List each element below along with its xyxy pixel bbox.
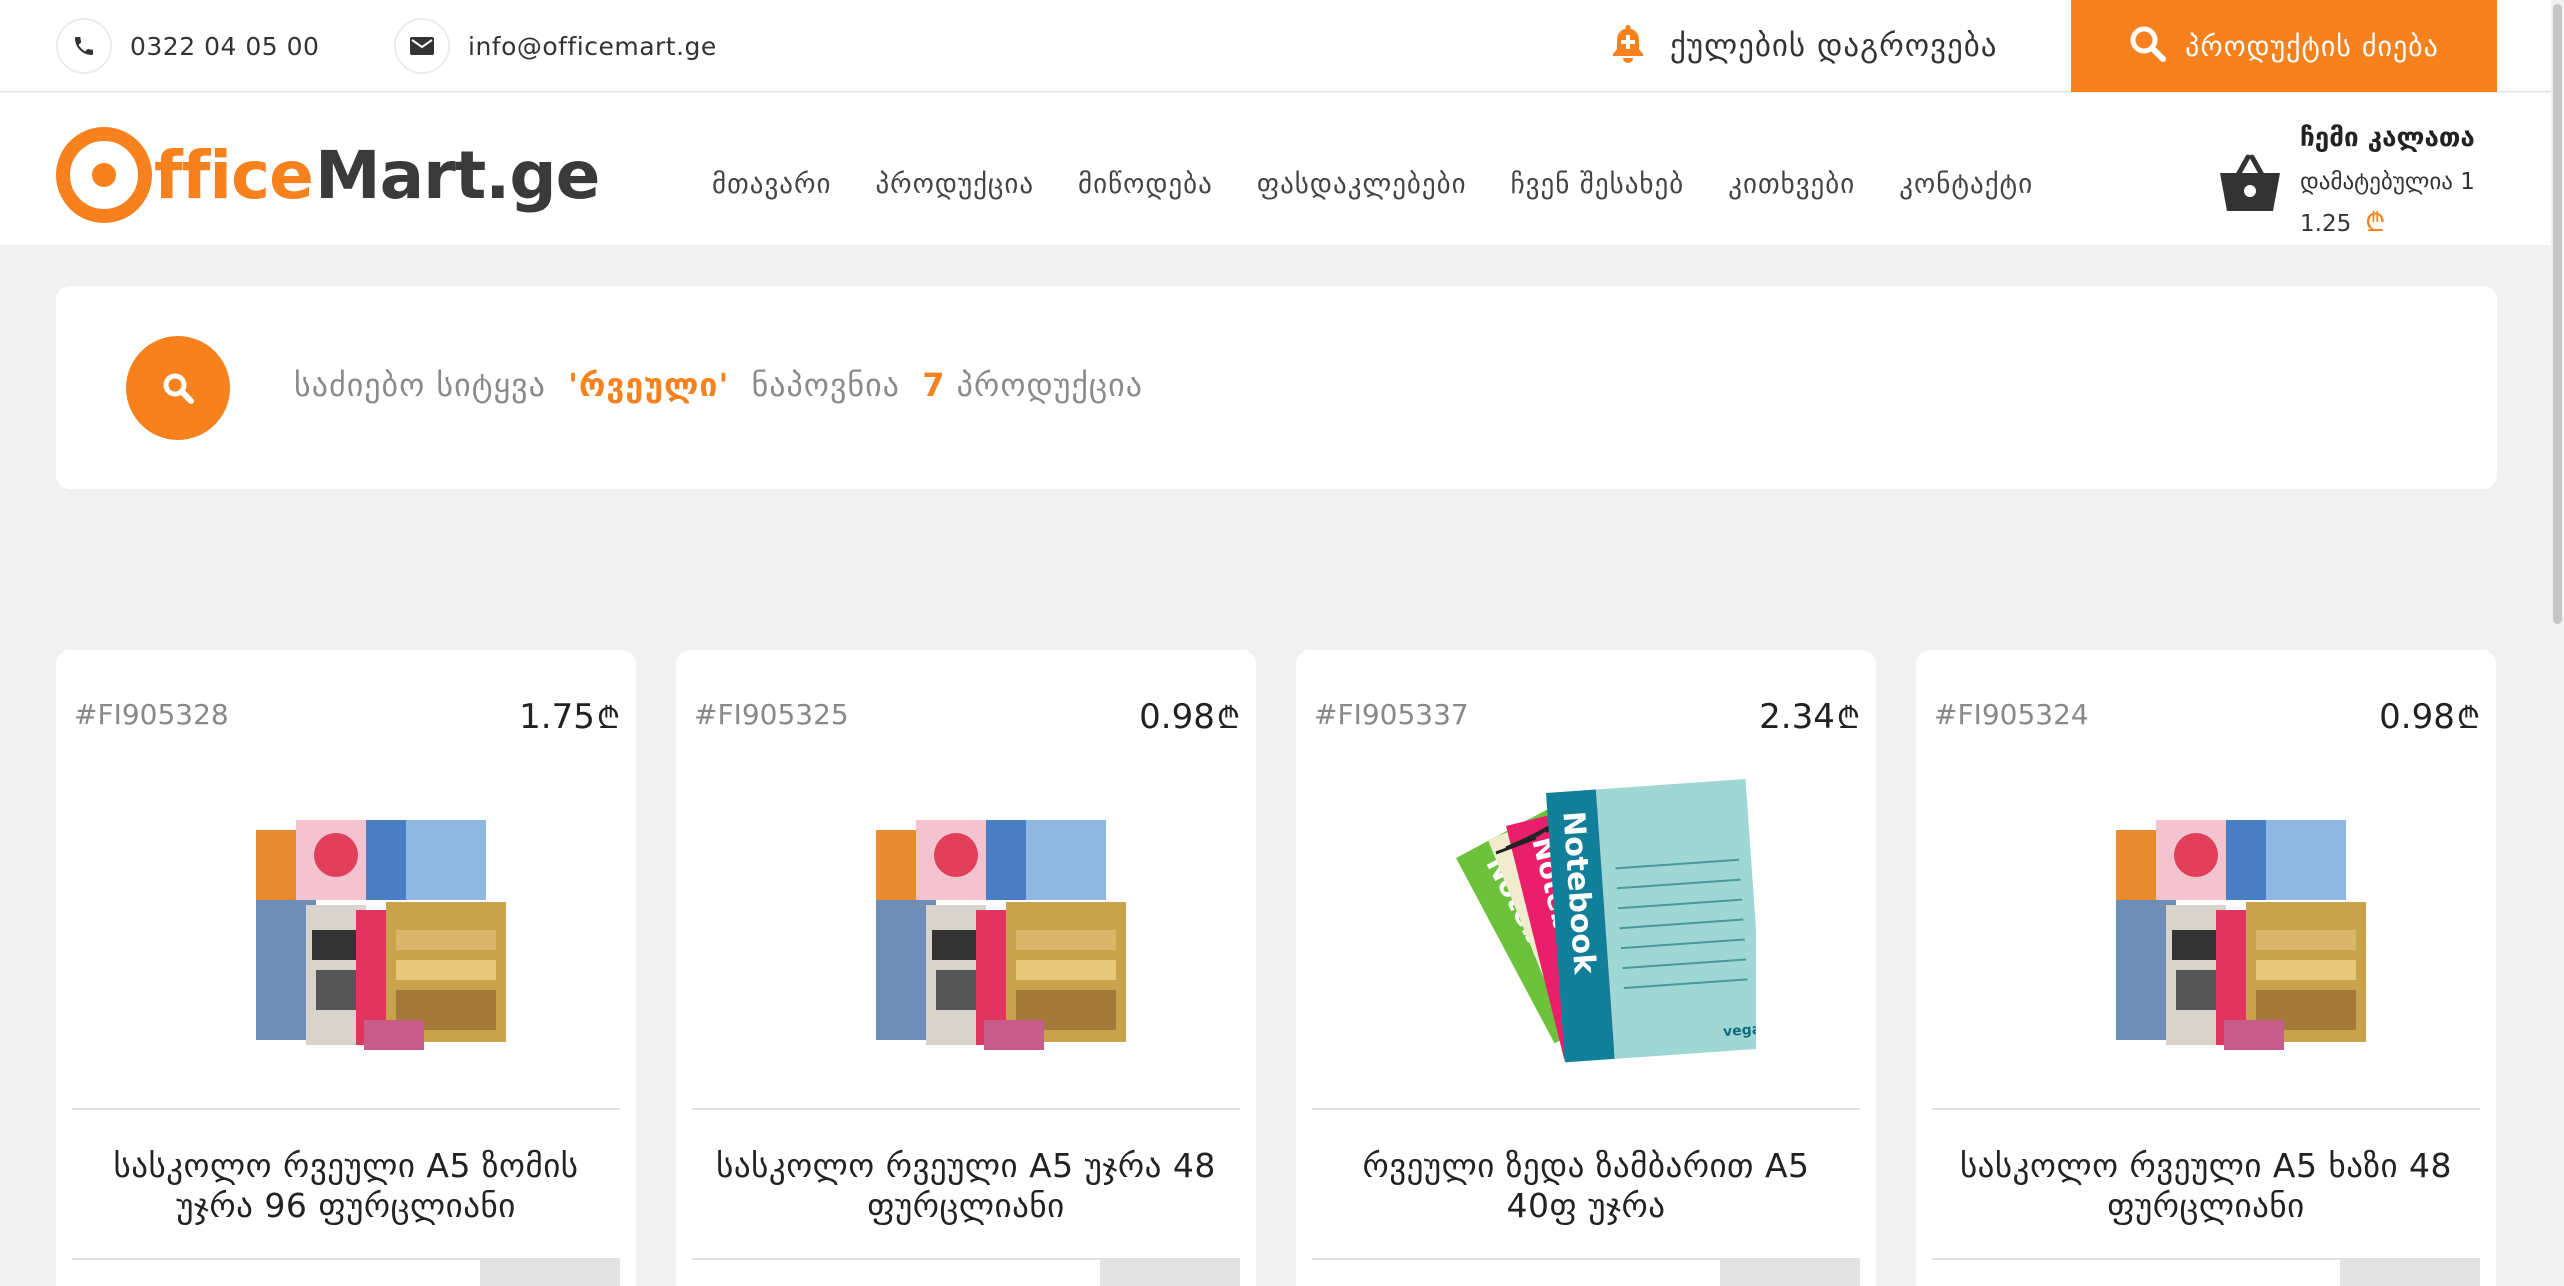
page-scrollbar[interactable] (2551, 0, 2564, 1286)
product-search-button[interactable]: პროდუქტის ძიება (2071, 0, 2497, 92)
points-link[interactable]: ქულების დაგროვება (1610, 18, 1998, 74)
product-price: 1.75₾ (519, 696, 620, 737)
phone-number: 0322 04 05 00 (130, 31, 320, 61)
product-image[interactable] (796, 760, 1136, 1060)
bell-plus-icon (1610, 23, 1646, 69)
add-to-cart-button[interactable] (480, 1260, 620, 1286)
product-price-value: 2.34 (1759, 697, 1835, 737)
main-header: ffice Mart.ge მთავარი პროდუქცია მიწოდება … (0, 93, 2564, 245)
card-divider (692, 1108, 1240, 1110)
product-card[interactable]: #FI905324 0.98₾ სასკოლო რვეული A5 ხაზი 4… (1916, 650, 2496, 1286)
nav-item-contact[interactable]: კონტაქტი (1899, 169, 2033, 200)
add-to-cart-button[interactable] (1100, 1260, 1240, 1286)
product-price-value: 0.98 (1139, 697, 1215, 737)
points-label: ქულების დაგროვება (1670, 28, 1998, 64)
lari-icon: ₾ (1836, 701, 1860, 736)
search-result-prefix: საძიებო სიტყვა (294, 366, 546, 404)
product-price: 0.98₾ (2379, 696, 2480, 737)
nav-item-home[interactable]: მთავარი (712, 169, 831, 200)
product-code: #FI905325 (694, 698, 849, 731)
logo-text-part1: ffice (154, 136, 314, 214)
cart-title: ჩემი კალათა (2300, 123, 2475, 153)
nav-item-about[interactable]: ჩვენ შესახებ (1511, 169, 1685, 200)
product-price: 0.98₾ (1139, 696, 1240, 737)
cart-total-value: 1.25 (2300, 211, 2352, 237)
nav-item-delivery[interactable]: მიწოდება (1078, 169, 1213, 200)
search-result-count: 7 (922, 366, 946, 404)
add-to-cart-button[interactable] (2340, 1260, 2480, 1286)
main-nav: მთავარი პროდუქცია მიწოდება ფასდაკლებები … (712, 169, 2077, 200)
product-image[interactable] (2036, 760, 2376, 1060)
card-divider (1932, 1108, 2480, 1110)
top-bar: 0322 04 05 00 info@officemart.ge ქულების… (0, 0, 2564, 92)
product-price: 2.34₾ (1759, 696, 1860, 737)
phone-contact[interactable]: 0322 04 05 00 (56, 18, 319, 74)
lari-icon: ₾ (2456, 701, 2480, 736)
product-price-value: 1.75 (519, 697, 595, 737)
product-name[interactable]: რვეული ზედა ზამბარით A5 40ფ უჯრა (1326, 1146, 1846, 1226)
lari-icon: ₾ (2365, 208, 2386, 238)
product-name[interactable]: სასკოლო რვეული A5 უჯრა 48 ფურცლიანი (706, 1146, 1226, 1226)
product-price-value: 0.98 (2379, 697, 2455, 737)
card-divider (72, 1108, 620, 1110)
card-divider (1312, 1108, 1860, 1110)
basket-icon (2218, 151, 2282, 217)
nav-item-products[interactable]: პროდუქცია (875, 169, 1034, 200)
search-result-banner: საძიებო სიტყვა 'რვეული' ნაპოვნია 7 პროდუ… (56, 286, 2497, 489)
lari-icon: ₾ (1216, 701, 1240, 736)
search-result-suffix: პროდუქცია (956, 366, 1143, 404)
email-address: info@officemart.ge (468, 31, 717, 61)
cart-widget[interactable]: ჩემი კალათა დამატებულია 1 1.25 ₾ (2218, 123, 2518, 243)
search-result-middle: ნაპოვნია (751, 366, 900, 404)
scrollbar-thumb[interactable] (2553, 4, 2562, 624)
search-icon (2129, 25, 2167, 67)
site-logo[interactable]: ffice Mart.ge (56, 125, 600, 225)
product-image[interactable]: Notebook Notebook Notebook (1416, 760, 1765, 1063)
product-name[interactable]: სასკოლო რვეული A5 ზომის უჯრა 96 ფურცლიან… (86, 1146, 606, 1226)
email-contact[interactable]: info@officemart.ge (394, 18, 717, 74)
search-keyword: 'რვეული' (568, 366, 730, 404)
product-search-label: პროდუქტის ძიება (2185, 29, 2439, 63)
cart-item-count: დამატებულია 1 (2300, 169, 2475, 195)
product-image[interactable] (176, 760, 516, 1060)
product-name[interactable]: სასკოლო რვეული A5 ხაზი 48 ფურცლიანი (1946, 1146, 2466, 1226)
lari-icon: ₾ (596, 701, 620, 736)
add-to-cart-button[interactable] (1720, 1260, 1860, 1286)
nav-item-discounts[interactable]: ფასდაკლებები (1257, 169, 1467, 200)
product-code: #FI905328 (74, 698, 229, 731)
mail-icon (394, 18, 450, 74)
search-result-icon (126, 336, 230, 440)
logo-text-part2: Mart.ge (314, 136, 600, 214)
nav-item-faq[interactable]: კითხვები (1728, 169, 1855, 200)
search-result-summary: საძიებო სიტყვა 'რვეული' ნაპოვნია 7 პროდუ… (294, 366, 1143, 404)
product-code: #FI905337 (1314, 698, 1469, 731)
cart-total: 1.25 ₾ (2300, 203, 2385, 239)
product-card[interactable]: #FI905325 0.98₾ სასკოლო რვეული A5 უჯრა 4… (676, 650, 1256, 1286)
product-card[interactable]: #FI905337 2.34₾ Notebook Notebook (1296, 650, 1876, 1286)
product-card[interactable]: #FI905328 1.75₾ სასკოლო რვეული A5 ზომის … (56, 650, 636, 1286)
phone-icon (56, 18, 112, 74)
product-code: #FI905324 (1934, 698, 2089, 731)
brand-label: vega (1723, 1022, 1756, 1041)
logo-mark (56, 127, 152, 223)
